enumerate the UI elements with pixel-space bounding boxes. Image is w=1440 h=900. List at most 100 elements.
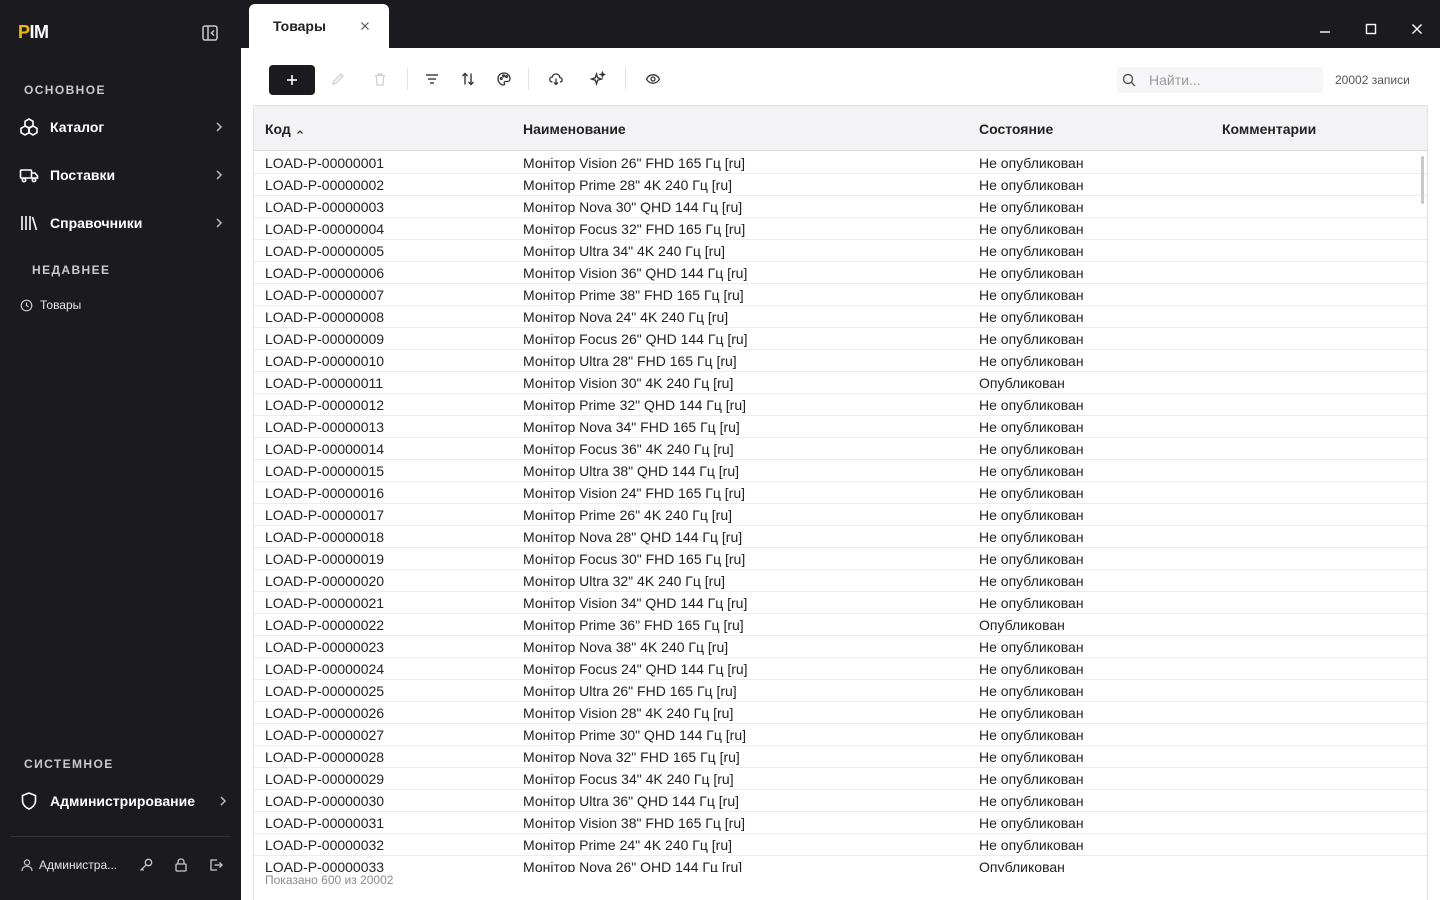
section-title-recent: НЕДАВНЕЕ	[32, 263, 111, 277]
table-row[interactable]: LOAD-P-00000006 Монітор Vision 36" QHD 14…	[254, 262, 1427, 284]
cell-name: Монітор Prime 36" FHD 165 Гц [ru]	[523, 617, 744, 633]
table-row[interactable]: LOAD-P-00000028 Монітор Nova 32" FHD 165 …	[254, 746, 1427, 768]
table-row[interactable]: LOAD-P-00000015 Монітор Ultra 38" QHD 144…	[254, 460, 1427, 482]
sidebar-item-administration[interactable]: Администрирование	[18, 784, 230, 818]
table-row[interactable]: LOAD-P-00000008 Монітор Nova 24" 4K 240 Г…	[254, 306, 1427, 328]
filter-icon[interactable]	[423, 70, 441, 88]
lock-icon[interactable]	[172, 856, 190, 874]
products-table: Код Наименование Состояние Комментарии L…	[253, 105, 1428, 900]
table-row[interactable]: LOAD-P-00000029 Монітор Focus 34" 4K 240 …	[254, 768, 1427, 790]
table-row[interactable]: LOAD-P-00000001 Монітор Vision 26" FHD 16…	[254, 152, 1427, 174]
cell-status: Не опубликован	[979, 573, 1084, 589]
table-row[interactable]: LOAD-P-00000020 Монітор Ultra 32" 4K 240 …	[254, 570, 1427, 592]
column-header-label: Наименование	[523, 121, 626, 137]
table-row[interactable]: LOAD-P-00000032 Монітор Prime 24" 4K 240 …	[254, 834, 1427, 856]
table-row[interactable]: LOAD-P-00000005 Монітор Ultra 34" 4K 240 …	[254, 240, 1427, 262]
table-header: Код Наименование Состояние Комментарии	[254, 106, 1427, 151]
table-row[interactable]: LOAD-P-00000011 Монітор Vision 30" 4K 240…	[254, 372, 1427, 394]
column-header-name[interactable]: Наименование	[523, 121, 626, 137]
table-row[interactable]: LOAD-P-00000031 Монітор Vision 38" FHD 16…	[254, 812, 1427, 834]
app-logo[interactable]: PIM	[18, 22, 49, 43]
column-header-comments[interactable]: Комментарии	[1222, 121, 1316, 137]
search-input[interactable]	[1149, 72, 1309, 88]
table-row[interactable]: LOAD-P-00000023 Монітор Nova 38" 4K 240 Г…	[254, 636, 1427, 658]
main-content: 20002 записи Код Наименование Состояние …	[241, 48, 1440, 900]
section-title-system: СИСТЕМНОЕ	[24, 757, 114, 771]
tab-products[interactable]: Товары	[249, 4, 389, 48]
record-count: 20002 записи	[1335, 73, 1410, 87]
key-icon[interactable]	[137, 856, 155, 874]
cell-code: LOAD-P-00000010	[265, 353, 385, 369]
sidebar-item-references[interactable]: Справочники	[18, 206, 226, 240]
table-row[interactable]: LOAD-P-00000021 Монітор Vision 34" QHD 14…	[254, 592, 1427, 614]
sort-icon[interactable]	[459, 70, 477, 88]
sidebar-item-label: Поставки	[50, 167, 116, 183]
cell-status: Не опубликован	[979, 683, 1084, 699]
chevron-right-icon	[212, 216, 226, 230]
table-row[interactable]: LOAD-P-00000007 Монітор Prime 38" FHD 165…	[254, 284, 1427, 306]
close-tab-icon[interactable]	[355, 16, 375, 36]
table-row[interactable]: LOAD-P-00000017 Монітор Prime 26" 4K 240 …	[254, 504, 1427, 526]
cell-status: Не опубликован	[979, 661, 1084, 677]
table-row[interactable]: LOAD-P-00000026 Монітор Vision 28" 4K 240…	[254, 702, 1427, 724]
sidebar-divider	[10, 836, 231, 837]
cell-status: Не опубликован	[979, 155, 1084, 171]
column-header-status[interactable]: Состояние	[979, 121, 1053, 137]
table-row[interactable]: LOAD-P-00000004 Монітор Focus 32" FHD 165…	[254, 218, 1427, 240]
cloud-download-icon[interactable]	[547, 70, 565, 88]
cell-name: Монітор Focus 32" FHD 165 Гц [ru]	[523, 221, 746, 237]
cell-code: LOAD-P-00000002	[265, 177, 385, 193]
close-window-icon[interactable]	[1410, 22, 1424, 36]
cell-name: Монітор Vision 28" 4K 240 Гц [ru]	[523, 705, 734, 721]
toolbar-divider	[407, 68, 408, 90]
table-row[interactable]: LOAD-P-00000019 Монітор Focus 30" FHD 165…	[254, 548, 1427, 570]
sidebar-item-catalog[interactable]: Каталог	[18, 110, 226, 144]
cell-status: Не опубликован	[979, 419, 1084, 435]
table-row[interactable]: LOAD-P-00000033 Монітор Nova 26" QHD 144 …	[254, 856, 1427, 872]
cell-status: Не опубликован	[979, 639, 1084, 655]
palette-icon[interactable]	[495, 70, 513, 88]
table-row[interactable]: LOAD-P-00000016 Монітор Vision 24" FHD 16…	[254, 482, 1427, 504]
sidebar-item-deliveries[interactable]: Поставки	[18, 158, 226, 192]
truck-icon	[18, 164, 40, 186]
section-title-main: ОСНОВНОЕ	[24, 83, 106, 97]
table-row[interactable]: LOAD-P-00000002 Монітор Prime 28" 4K 240 …	[254, 174, 1427, 196]
cell-name: Монітор Focus 26" QHD 144 Гц [ru]	[523, 331, 748, 347]
logout-icon[interactable]	[207, 856, 225, 874]
column-header-label: Состояние	[979, 121, 1054, 137]
cell-name: Монітор Nova 32" FHD 165 Гц [ru]	[523, 749, 740, 765]
maximize-icon[interactable]	[1364, 22, 1378, 36]
recent-item-products[interactable]: Товары	[20, 298, 81, 312]
minimize-icon[interactable]	[1318, 22, 1332, 36]
table-row[interactable]: LOAD-P-00000014 Монітор Focus 36" 4K 240 …	[254, 438, 1427, 460]
cell-name: Монітор Ultra 28" FHD 165 Гц [ru]	[523, 353, 737, 369]
cell-code: LOAD-P-00000032	[265, 837, 385, 853]
cell-code: LOAD-P-00000016	[265, 485, 385, 501]
table-row[interactable]: LOAD-P-00000024 Монітор Focus 24" QHD 144…	[254, 658, 1427, 680]
sidebar-collapse-icon[interactable]	[201, 24, 219, 42]
add-button[interactable]	[269, 65, 315, 95]
table-row[interactable]: LOAD-P-00000025 Монітор Ultra 26" FHD 165…	[254, 680, 1427, 702]
table-row[interactable]: LOAD-P-00000012 Монітор Prime 32" QHD 144…	[254, 394, 1427, 416]
user-name[interactable]: Администра...	[39, 858, 120, 872]
sidebar: PIM ОСНОВНОЕ Каталог Поставки Справочник…	[0, 0, 241, 900]
table-row[interactable]: LOAD-P-00000013 Монітор Nova 34" FHD 165 …	[254, 416, 1427, 438]
column-header-code[interactable]: Код	[265, 121, 305, 137]
table-row[interactable]: LOAD-P-00000009 Монітор Focus 26" QHD 144…	[254, 328, 1427, 350]
cell-code: LOAD-P-00000013	[265, 419, 385, 435]
search-box	[1117, 67, 1323, 93]
table-row[interactable]: LOAD-P-00000003 Монітор Nova 30" QHD 144 …	[254, 196, 1427, 218]
table-row[interactable]: LOAD-P-00000010 Монітор Ultra 28" FHD 165…	[254, 350, 1427, 372]
table-row[interactable]: LOAD-P-00000018 Монітор Nova 28" QHD 144 …	[254, 526, 1427, 548]
table-row[interactable]: LOAD-P-00000022 Монітор Prime 36" FHD 165…	[254, 614, 1427, 636]
eye-icon[interactable]	[644, 70, 662, 88]
edit-icon[interactable]	[329, 70, 347, 88]
sort-ascending-icon	[295, 124, 305, 134]
delete-icon[interactable]	[371, 70, 389, 88]
sparkles-icon[interactable]	[589, 70, 607, 88]
cell-status: Не опубликован	[979, 507, 1084, 523]
table-row[interactable]: LOAD-P-00000030 Монітор Ultra 36" QHD 144…	[254, 790, 1427, 812]
cell-status: Не опубликован	[979, 221, 1084, 237]
table-scrollbar[interactable]	[1421, 156, 1424, 204]
table-row[interactable]: LOAD-P-00000027 Монітор Prime 30" QHD 144…	[254, 724, 1427, 746]
